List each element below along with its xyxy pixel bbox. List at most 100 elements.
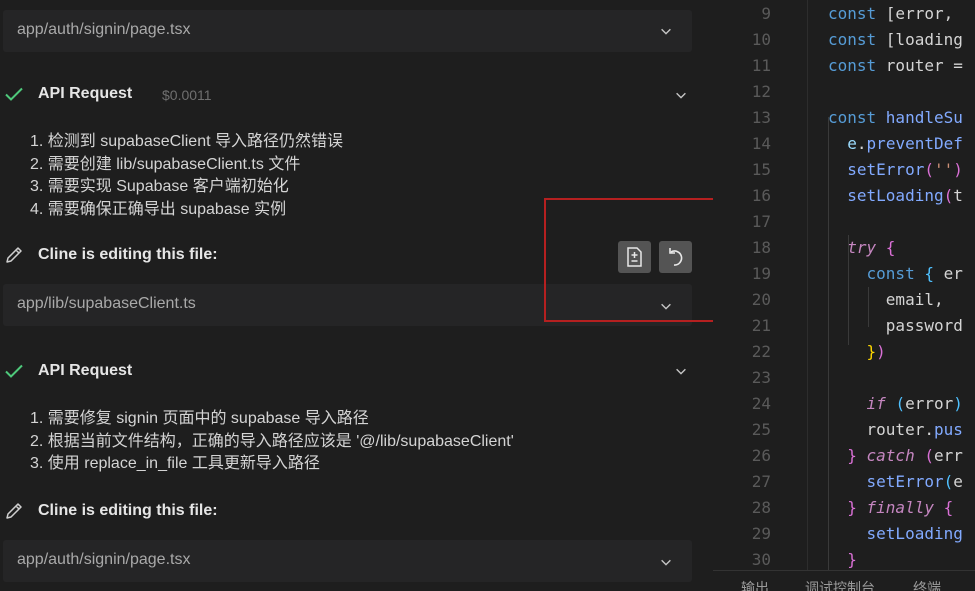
code-line: 22 })	[713, 339, 975, 365]
code-text: setLoading	[828, 524, 963, 543]
line-number: 14	[751, 134, 771, 153]
code-text: } finally {	[828, 498, 954, 517]
code-line: 20 email,	[713, 287, 975, 313]
code-text: const handleSu	[828, 108, 963, 127]
code-text: const [loading	[828, 30, 963, 49]
code-line: 12	[713, 79, 975, 105]
step-list-1: 1. 检测到 supabaseClient 导入路径仍然错误 2. 需要创建 l…	[30, 131, 343, 221]
step-item: 2. 根据当前文件结构，正确的导入路径应该是 '@/lib/supabaseCl…	[30, 432, 514, 450]
line-number: 19	[751, 264, 771, 283]
code-editor[interactable]: 9 const [error, 10 const [loading 11 const r…	[713, 0, 975, 570]
line-number: 29	[751, 524, 771, 543]
code-text: setError(e	[828, 472, 963, 491]
line-number: 10	[751, 30, 771, 49]
line-number: 16	[751, 186, 771, 205]
check-icon	[4, 361, 24, 381]
code-line: 28 } finally {	[713, 495, 975, 521]
chevron-down-icon[interactable]	[659, 555, 673, 569]
pencil-icon	[4, 245, 24, 265]
code-line: 23	[713, 365, 975, 391]
step-item: 3. 需要实现 Supabase 客户端初始化	[30, 178, 289, 195]
code-line: 30 }	[713, 547, 975, 570]
line-number: 21	[751, 316, 771, 335]
code-line: 13 const handleSu	[713, 105, 975, 131]
code-line: 27 setError(e	[713, 469, 975, 495]
line-number: 9	[761, 4, 771, 23]
step-item: 4. 需要确保正确导出 supabase 实例	[30, 200, 287, 218]
chevron-down-icon[interactable]	[674, 364, 688, 378]
line-number: 12	[751, 82, 771, 101]
chevron-down-icon[interactable]	[674, 88, 688, 102]
line-number: 15	[751, 160, 771, 179]
line-number: 11	[751, 56, 771, 75]
code-text: try {	[828, 238, 896, 257]
line-number: 18	[751, 238, 771, 257]
line-number: 17	[751, 212, 771, 231]
line-number: 25	[751, 420, 771, 439]
check-icon	[4, 84, 24, 104]
code-line: 16 setLoading(t	[713, 183, 975, 209]
code-line: 9 const [error,	[713, 1, 975, 27]
code-text: setLoading(t	[828, 186, 963, 205]
code-text: e.preventDef	[828, 134, 963, 153]
code-text: email,	[828, 290, 944, 309]
code-line: 25 router.pus	[713, 417, 975, 443]
code-text: if (error)	[828, 394, 963, 413]
code-line: 21 password	[713, 313, 975, 339]
api-request-title: API Request	[38, 85, 133, 102]
line-number: 28	[751, 498, 771, 517]
code-text: })	[828, 342, 886, 361]
code-line: 11 const router =	[713, 53, 975, 79]
api-request-header-1[interactable]: API Request $0.0011	[0, 82, 700, 108]
code-text: } catch (err	[828, 446, 963, 465]
line-number: 26	[751, 446, 771, 465]
line-number: 20	[751, 290, 771, 309]
code-line: 15 setError('')	[713, 157, 975, 183]
editing-file-header-2: Cline is editing this file:	[0, 499, 700, 525]
chevron-down-icon[interactable]	[659, 24, 673, 38]
tab-terminal[interactable]: 终端	[913, 578, 941, 591]
indent-guide	[828, 117, 829, 570]
file-path: app/auth/signin/page.tsx	[17, 21, 191, 38]
editing-label: Cline is editing this file:	[38, 502, 218, 519]
indent-guide	[868, 287, 869, 327]
step-item: 2. 需要创建 lib/supabaseClient.ts 文件	[30, 155, 301, 173]
file-path: app/auth/signin/page.tsx	[17, 551, 191, 568]
api-request-title: API Request	[38, 362, 133, 379]
step-list-2: 1. 需要修复 signin 页面中的 supabase 导入路径 2. 根据当…	[30, 408, 514, 476]
step-item: 1. 检测到 supabaseClient 导入路径仍然错误	[30, 133, 343, 150]
line-number: 13	[751, 108, 771, 127]
tab-output[interactable]: 输出	[741, 578, 769, 591]
tab-debug-console[interactable]: 调试控制台	[805, 578, 875, 591]
code-text: router.pus	[828, 420, 963, 439]
file-row-editing-2[interactable]: app/auth/signin/page.tsx	[3, 540, 692, 582]
code-line: 14 e.preventDef	[713, 131, 975, 157]
line-number: 27	[751, 472, 771, 491]
code-line: 17	[713, 209, 975, 235]
api-request-cost: $0.0011	[162, 87, 212, 103]
step-item: 3. 使用 replace_in_file 工具更新导入路径	[30, 455, 320, 472]
code-text: setError('')	[828, 160, 963, 179]
step-item: 1. 需要修复 signin 页面中的 supabase 导入路径	[30, 410, 369, 427]
code-line: 29 setLoading	[713, 521, 975, 547]
indent-guide	[848, 235, 849, 345]
bottom-panel-tabs: 输出 调试控制台 终端	[713, 570, 975, 591]
editing-label: Cline is editing this file:	[38, 246, 218, 263]
code-line: 19 const { er	[713, 261, 975, 287]
code-line: 10 const [loading	[713, 27, 975, 53]
code-text: const [error,	[828, 4, 963, 23]
line-number: 30	[751, 550, 771, 569]
code-text: }	[828, 550, 857, 569]
file-path: app/lib/supabaseClient.ts	[17, 295, 196, 312]
code-line: 26 } catch (err	[713, 443, 975, 469]
line-number: 23	[751, 368, 771, 387]
line-number: 24	[751, 394, 771, 413]
api-request-header-2[interactable]: API Request	[0, 359, 700, 385]
code-text: const router =	[828, 56, 963, 75]
file-row-top[interactable]: app/auth/signin/page.tsx	[3, 10, 692, 52]
code-line: 24 if (error)	[713, 391, 975, 417]
code-line: 18 try {	[713, 235, 975, 261]
line-number: 22	[751, 342, 771, 361]
cline-chat-panel: app/auth/signin/page.tsx API Request $0.…	[0, 0, 793, 591]
pencil-icon	[4, 501, 24, 521]
